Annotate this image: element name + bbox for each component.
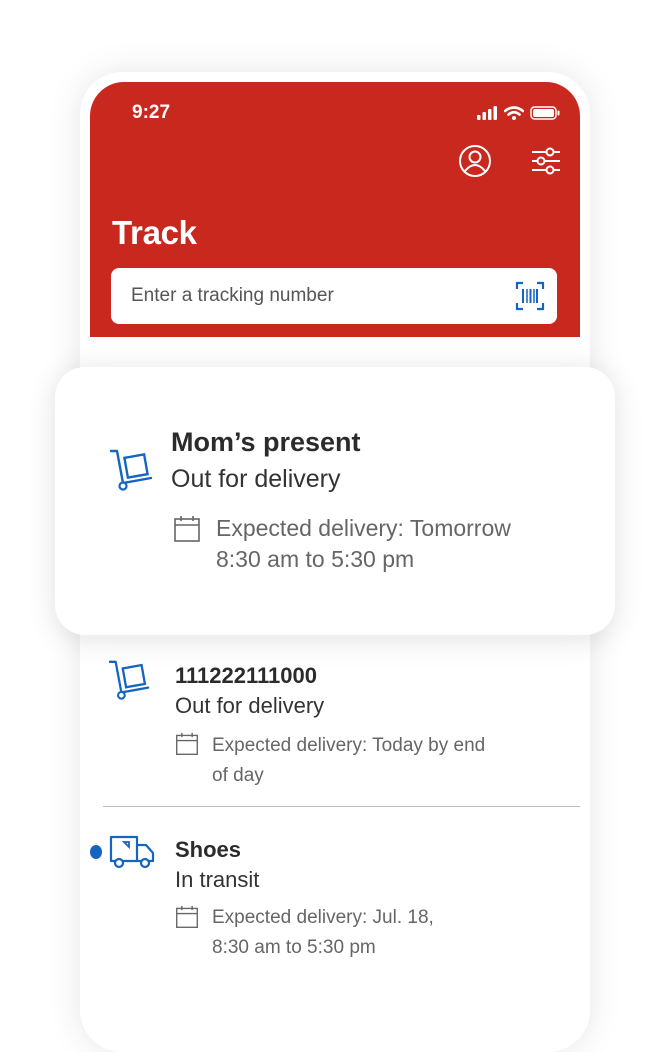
search-box: [111, 268, 557, 324]
expected-delivery-line1: Expected delivery: Tomorrow: [216, 515, 511, 541]
shipment-row[interactable]: 111222111000 Out for delivery Expected d…: [100, 650, 580, 800]
expected-delivery-line1: Expected delivery: Today by end: [212, 735, 486, 756]
expected-delivery: Expected delivery: Today by end of day: [212, 731, 485, 791]
calendar-icon: [176, 905, 198, 928]
featured-shipment-card[interactable]: Mom’s present Out for delivery Expected …: [55, 367, 615, 635]
profile-icon[interactable]: [458, 144, 492, 178]
expected-delivery-line2: 8:30 am to 5:30 pm: [212, 937, 376, 958]
barcode-scan-icon[interactable]: [515, 281, 545, 311]
calendar-icon: [174, 516, 200, 542]
shipment-row[interactable]: Shoes In transit Expected delivery: Jul.…: [100, 825, 580, 975]
signal-icon: [477, 106, 497, 120]
header-actions: [458, 144, 562, 178]
page-title: Track: [112, 214, 197, 251]
status-icons: [476, 106, 560, 120]
shipment-title: 111222111000: [175, 663, 317, 688]
status-time: 9:27: [132, 102, 171, 123]
hand-truck-package-icon: [109, 449, 153, 491]
filter-settings-icon[interactable]: [530, 144, 562, 178]
expected-delivery-line2: 8:30 am to 5:30 pm: [216, 546, 415, 572]
calendar-icon: [176, 732, 198, 755]
shipment-title: Shoes: [175, 837, 242, 862]
app-header: 9:27 Track Enter a tracking number: [90, 82, 580, 337]
expected-delivery: Expected delivery: Tomorrow 8:30 am to 5…: [216, 513, 511, 575]
tracking-number-input[interactable]: [111, 268, 491, 324]
shipment-status: Out for delivery: [171, 465, 341, 493]
expected-delivery-line2: of day: [212, 765, 264, 786]
shipment-status: Out for delivery: [175, 693, 325, 718]
expected-delivery: Expected delivery: Jul. 18, 8:30 am to 5…: [212, 903, 434, 963]
delivery-truck-icon: [109, 835, 155, 869]
shipment-title: Mom’s present: [171, 427, 361, 457]
expected-delivery-line1: Expected delivery: Jul. 18,: [212, 907, 434, 928]
battery-icon: [530, 106, 560, 120]
divider: [103, 806, 580, 807]
hand-truck-package-icon: [108, 660, 150, 700]
wifi-icon: [504, 106, 524, 120]
shipment-status: In transit: [175, 867, 260, 892]
